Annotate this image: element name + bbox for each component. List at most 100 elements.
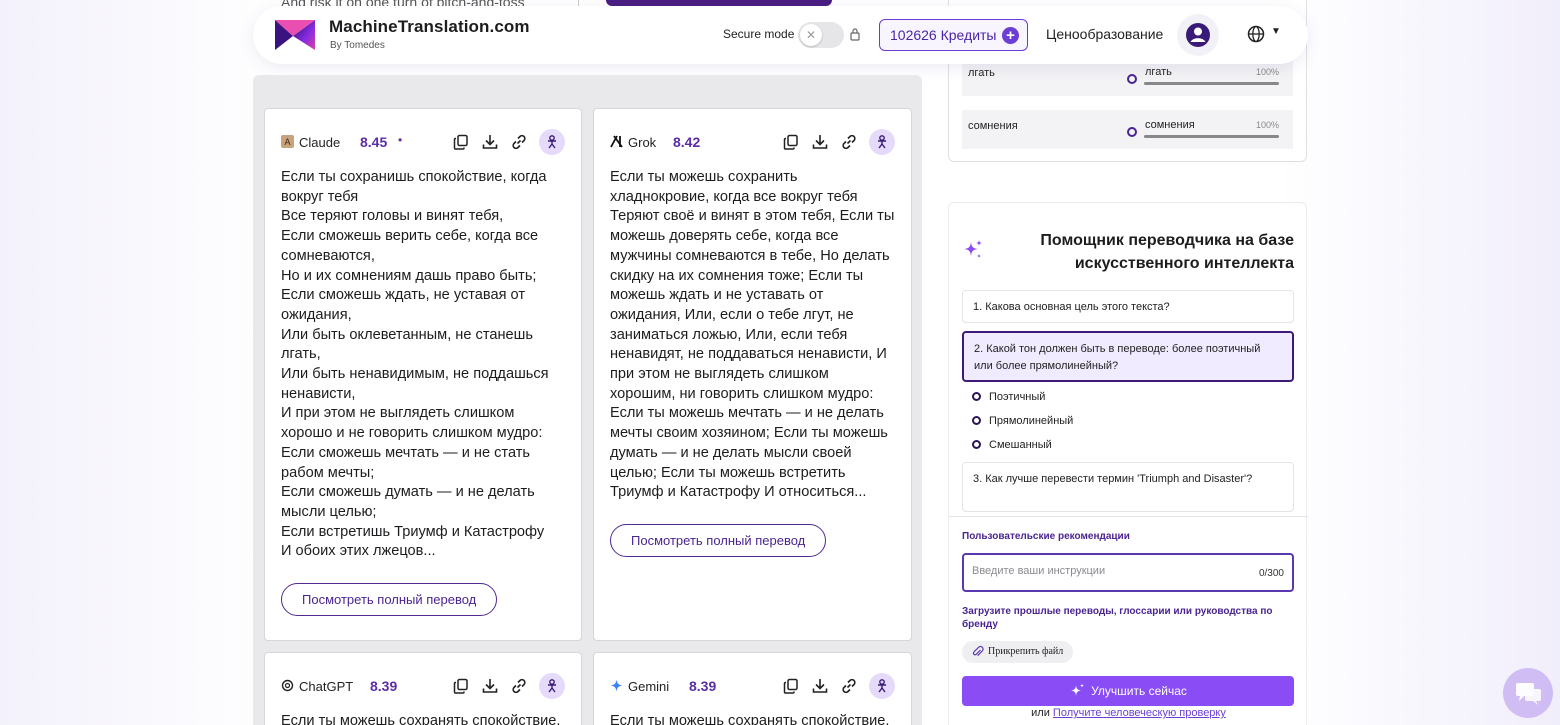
credits-label: 102626 Кредиты	[890, 27, 997, 43]
divider	[949, 516, 1308, 517]
card-header: Gemini 8.39	[610, 673, 895, 699]
glossary-confidence-bar	[1144, 82, 1279, 85]
human-review-link[interactable]: Получите человеческую проверку	[1053, 707, 1226, 719]
glossary-radio[interactable]	[1127, 127, 1137, 137]
model-name: Claude	[299, 135, 341, 150]
chat-button[interactable]	[1503, 668, 1553, 718]
glossary-source-term: лгать	[968, 67, 995, 79]
chatgpt-icon	[281, 679, 294, 692]
ai-agent-icon[interactable]	[539, 129, 565, 155]
user-avatar[interactable]	[1177, 14, 1219, 56]
translation-card-gemini: Gemini 8.39 Если ты можешь сохранять спо…	[593, 652, 912, 725]
brand-name[interactable]: MachineTranslation.com	[329, 17, 530, 37]
radio-button[interactable]	[972, 392, 981, 401]
chevron-down-icon[interactable]: ▼	[1271, 26, 1281, 37]
gemini-icon	[610, 679, 623, 692]
card-toolbar	[452, 673, 565, 699]
question-1[interactable]: 1. Какова основная цель этого текста?	[962, 290, 1294, 323]
glossary-target-term: сомнения	[1145, 119, 1195, 131]
radio-button[interactable]	[972, 440, 981, 449]
download-icon[interactable]	[481, 677, 499, 695]
chat-icon	[1516, 683, 1541, 705]
translation-card-claude: A Claude 8.45 • Если ты сохранишь спокой…	[264, 108, 582, 641]
human-review-line: или Получите человеческую проверку	[949, 707, 1308, 719]
character-counter: 0/300	[1258, 568, 1284, 579]
secure-mode-label: Secure mode	[723, 27, 795, 41]
download-icon[interactable]	[811, 133, 829, 151]
paperclip-icon	[972, 645, 984, 657]
upload-label: Загрузите прошлые переводы, глоссарии ил…	[962, 606, 1273, 630]
or-label: или	[1031, 707, 1050, 719]
quality-score: 8.42	[673, 134, 701, 150]
question-2[interactable]: 2. Какой тон должен быть в переводе: бол…	[962, 331, 1294, 382]
glossary-confidence-bar	[1144, 135, 1279, 138]
model-name: Gemini	[628, 679, 670, 694]
download-icon[interactable]	[811, 677, 829, 695]
glossary-source-term: сомнения	[968, 120, 1018, 132]
sparkle-icon	[964, 240, 982, 258]
svg-text:A: A	[284, 138, 291, 148]
instructions-placeholder: Введите ваши инструкции	[972, 565, 1106, 577]
custom-recommendations-label: Пользовательские рекомендации	[962, 531, 1130, 542]
user-icon	[1186, 23, 1210, 47]
credits-button[interactable]: 102626 Кредиты +	[879, 19, 1028, 51]
model-name: ChatGPT	[299, 679, 354, 694]
secure-mode-toggle[interactable]: ✕	[798, 22, 844, 48]
copy-icon[interactable]	[452, 677, 470, 695]
translation-card-chatgpt: ChatGPT 8.39 Если ты можешь сохранять сп…	[264, 652, 582, 725]
radio-button[interactable]	[972, 416, 981, 425]
brand-byline: By Tomedes	[330, 40, 385, 51]
question-3[interactable]: 3. Как лучше перевести термин 'Triumph a…	[962, 462, 1294, 512]
ai-agent-icon[interactable]	[869, 673, 895, 699]
link-icon[interactable]	[510, 133, 528, 151]
brand-logo-icon[interactable]	[273, 18, 317, 52]
top-header: MachineTranslation.com By Tomedes Secure…	[253, 6, 1308, 64]
pricing-link[interactable]: Ценообразование	[1046, 26, 1163, 42]
translation-text: Если ты можешь сохранять спокойствие,	[610, 713, 890, 725]
view-full-translation-button[interactable]: Посмотреть полный перевод	[610, 524, 827, 557]
globe-icon[interactable]	[1247, 25, 1265, 43]
improve-now-button[interactable]: Улучшить сейчас	[962, 676, 1294, 706]
ai-assistant-panel: Помощник переводчика на базе искусственн…	[948, 202, 1308, 725]
grok-icon	[610, 135, 623, 148]
link-icon[interactable]	[510, 677, 528, 695]
option-label: Прямолинейный	[989, 415, 1074, 427]
card-toolbar	[782, 129, 895, 155]
ai-agent-icon[interactable]	[539, 673, 565, 699]
attach-file-label: Прикрепить файл	[988, 646, 1064, 657]
copy-icon[interactable]	[452, 133, 470, 151]
link-icon[interactable]	[840, 133, 858, 151]
attach-file-button[interactable]: Прикрепить файл	[962, 641, 1074, 663]
ai-agent-icon[interactable]	[869, 129, 895, 155]
glossary-target-term: лгать	[1145, 66, 1172, 78]
claude-icon: A	[281, 135, 294, 148]
card-toolbar	[782, 673, 895, 699]
option-label: Поэтичный	[989, 391, 1046, 403]
instructions-input[interactable]: Введите ваши инструкции 0/300	[962, 553, 1294, 592]
view-full-translation-button[interactable]: Посмотреть полный перевод	[281, 583, 498, 616]
assistant-title: Помощник переводчика на базе искусственн…	[1040, 232, 1294, 272]
quality-score: 8.39	[370, 678, 398, 694]
copy-icon[interactable]	[782, 133, 800, 151]
improve-now-label: Улучшить сейчас	[1091, 684, 1187, 698]
toggle-off-icon: ✕	[800, 24, 822, 46]
card-header: Grok 8.42	[610, 129, 895, 155]
card-header: A Claude 8.45 •	[281, 129, 565, 155]
translation-text: Если ты можешь сохранять спокойствие,	[281, 713, 561, 725]
sparkle-icon	[1070, 683, 1085, 696]
lock-icon	[850, 28, 860, 41]
glossary-percent: 100%	[1255, 67, 1279, 77]
download-icon[interactable]	[481, 133, 499, 151]
quality-score: 8.39	[689, 678, 717, 694]
option-label: Смешанный	[989, 439, 1052, 451]
card-toolbar	[452, 129, 565, 155]
glossary-radio[interactable]	[1127, 74, 1137, 84]
copy-icon[interactable]	[782, 677, 800, 695]
glossary-percent: 100%	[1255, 120, 1279, 130]
card-header: ChatGPT 8.39	[281, 673, 565, 699]
translation-text: Если ты сохранишь спокойствие, когда вок…	[281, 169, 549, 560]
translation-card-grok: Grok 8.42 Если ты можешь сохранить хладн…	[593, 108, 912, 641]
link-icon[interactable]	[840, 677, 858, 695]
glossary-row[interactable]: сомнения сомнения 100%	[962, 110, 1293, 149]
add-credits-icon[interactable]: +	[1002, 27, 1019, 44]
